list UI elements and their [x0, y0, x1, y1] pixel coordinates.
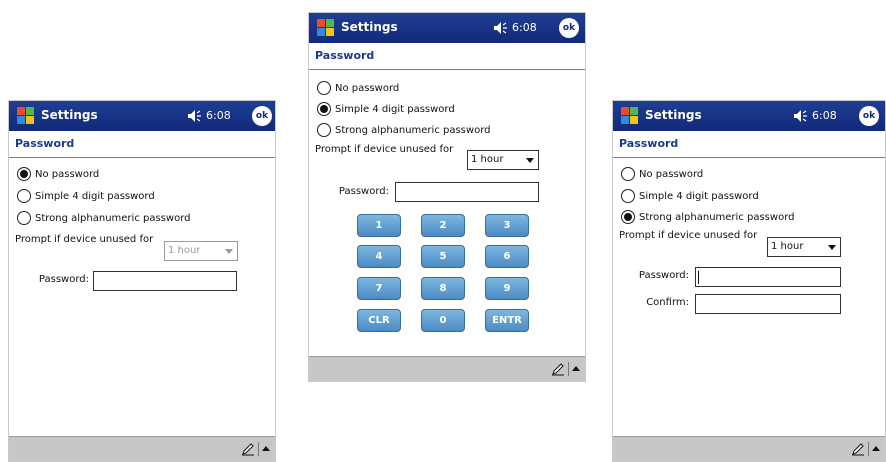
bottom-bar	[613, 436, 885, 461]
speaker-icon[interactable]	[187, 109, 203, 123]
up-arrow-icon[interactable]	[258, 442, 272, 456]
password-label: Password:	[38, 274, 89, 285]
ok-button[interactable]: ok	[559, 18, 579, 38]
password-input[interactable]	[395, 182, 539, 202]
keypad-key-0[interactable]: 0	[421, 309, 465, 332]
radio-label: Strong alphanumeric password	[639, 211, 795, 223]
radio-button[interactable]	[621, 167, 635, 181]
app-title: Settings	[41, 108, 98, 122]
up-arrow-icon[interactable]	[868, 442, 882, 456]
page-header: Password	[309, 43, 585, 70]
radio-button[interactable]	[17, 211, 31, 225]
radio-no-password[interactable]: No password	[621, 165, 703, 183]
radio-strong-password[interactable]: Strong alphanumeric password	[621, 208, 794, 226]
timeout-select: 1 hour	[164, 241, 238, 261]
radio-label: Strong alphanumeric password	[35, 212, 191, 224]
settings-screen-strong-password: Settings 6:08 ok Password No password Si…	[612, 100, 886, 462]
radio-label: Strong alphanumeric password	[335, 124, 491, 136]
radio-simple-password[interactable]: Simple 4 digit password	[317, 100, 455, 118]
radio-strong-password[interactable]: Strong alphanumeric password	[317, 121, 490, 139]
clock-time[interactable]: 6:08	[206, 109, 231, 122]
title-bar: Settings 6:08 ok	[613, 101, 885, 131]
radio-label: Simple 4 digit password	[335, 103, 455, 115]
title-bar: Settings 6:08 ok	[9, 101, 275, 131]
chevron-down-icon	[526, 158, 534, 163]
prompt-label: Prompt if device unused for	[315, 144, 454, 155]
radio-strong-password[interactable]: Strong alphanumeric password	[17, 209, 190, 227]
radio-no-password[interactable]: No password	[317, 79, 399, 97]
settings-screen-simple-password: Settings 6:08 ok Password No password Si…	[308, 12, 586, 382]
app-title: Settings	[341, 20, 398, 34]
radio-label: No password	[335, 82, 400, 94]
password-label: Password:	[638, 270, 689, 281]
page-title: Password	[619, 137, 679, 150]
radio-no-password[interactable]: No password	[17, 165, 99, 183]
bottom-bar	[9, 436, 275, 461]
speaker-icon[interactable]	[493, 21, 509, 35]
radio-button[interactable]	[317, 102, 331, 116]
chevron-down-icon	[828, 245, 836, 250]
keypad-key-2[interactable]: 2	[421, 214, 465, 237]
radio-button[interactable]	[317, 123, 331, 137]
radio-label: Simple 4 digit password	[639, 190, 759, 202]
radio-simple-password[interactable]: Simple 4 digit password	[621, 187, 759, 205]
pen-icon[interactable]	[851, 442, 865, 456]
radio-label: No password	[35, 168, 100, 180]
pen-icon[interactable]	[551, 362, 565, 376]
windows-flag-icon[interactable]	[619, 105, 641, 127]
clock-time[interactable]: 6:08	[512, 21, 537, 34]
windows-flag-icon[interactable]	[15, 105, 37, 127]
radio-button[interactable]	[317, 81, 331, 95]
keypad-key-5[interactable]: 5	[421, 245, 465, 268]
password-label: Password:	[338, 186, 389, 197]
prompt-label: Prompt if device unused for	[619, 230, 758, 241]
ok-button[interactable]: ok	[252, 106, 272, 126]
confirm-label: Confirm:	[646, 297, 689, 308]
page-header: Password	[9, 131, 275, 158]
radio-button[interactable]	[621, 189, 635, 203]
keypad-key-1[interactable]: 1	[357, 214, 401, 237]
page-title: Password	[315, 49, 375, 62]
keypad-key-9[interactable]: 9	[485, 277, 529, 300]
page-header: Password	[613, 131, 885, 158]
text-caret	[698, 271, 699, 284]
keypad-key-clear[interactable]: CLR	[357, 309, 401, 332]
timeout-value: 1 hour	[771, 241, 804, 252]
keypad-key-3[interactable]: 3	[485, 214, 529, 237]
password-input[interactable]	[93, 271, 237, 291]
keypad-key-7[interactable]: 7	[357, 277, 401, 300]
keypad-key-enter[interactable]: ENTR	[485, 309, 529, 332]
radio-label: No password	[639, 168, 704, 180]
keypad-key-8[interactable]: 8	[421, 277, 465, 300]
timeout-select[interactable]: 1 hour	[467, 150, 539, 170]
timeout-select[interactable]: 1 hour	[767, 237, 841, 257]
keypad-key-4[interactable]: 4	[357, 245, 401, 268]
timeout-value: 1 hour	[168, 245, 201, 256]
settings-screen-no-password: Settings 6:08 ok Password No password Si…	[8, 100, 276, 462]
bottom-bar	[309, 356, 585, 381]
radio-simple-password[interactable]: Simple 4 digit password	[17, 187, 155, 205]
page-title: Password	[15, 137, 75, 150]
app-title: Settings	[645, 108, 702, 122]
windows-flag-icon[interactable]	[315, 17, 337, 39]
chevron-down-icon	[225, 249, 233, 254]
timeout-value: 1 hour	[471, 154, 504, 165]
title-bar: Settings 6:08 ok	[309, 13, 585, 43]
radio-label: Simple 4 digit password	[35, 190, 155, 202]
up-arrow-icon[interactable]	[568, 362, 582, 376]
speaker-icon[interactable]	[793, 109, 809, 123]
keypad-key-6[interactable]: 6	[485, 245, 529, 268]
clock-time[interactable]: 6:08	[812, 109, 837, 122]
prompt-label: Prompt if device unused for	[15, 234, 154, 245]
radio-button[interactable]	[621, 210, 635, 224]
radio-button[interactable]	[17, 167, 31, 181]
ok-button[interactable]: ok	[859, 106, 879, 126]
radio-button[interactable]	[17, 189, 31, 203]
password-input[interactable]	[695, 267, 841, 287]
pen-icon[interactable]	[241, 442, 255, 456]
confirm-input[interactable]	[695, 294, 841, 314]
